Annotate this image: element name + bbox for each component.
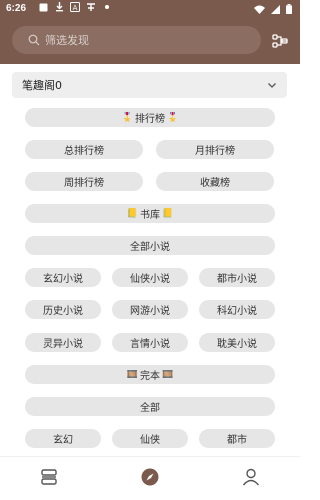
category-button[interactable]: 玄幻 (25, 429, 101, 448)
bottom-nav (0, 456, 300, 500)
section-title-library-label: 书库 (140, 210, 160, 221)
signal-icon (271, 4, 280, 17)
status-icons-right (254, 4, 292, 17)
app-header: 6:26 A (0, 0, 300, 64)
category-button[interactable]: 历史小说 (25, 300, 101, 319)
source-filter-icon[interactable] (272, 33, 288, 49)
app-icon (86, 2, 96, 12)
category-button[interactable]: 收藏榜 (156, 172, 274, 191)
bookshelf-icon (41, 469, 57, 485)
book-icon: 📒 (126, 208, 138, 219)
section-title-ranking: 🎖️ 排行榜 🎖️ (25, 108, 275, 127)
category-button[interactable]: 言情小说 (112, 333, 188, 352)
category-button[interactable]: 灵异小说 (25, 333, 101, 352)
status-bar: 6:26 A (0, 0, 300, 20)
user-icon (242, 468, 260, 486)
nav-discover[interactable] (140, 467, 160, 487)
compass-icon (141, 468, 159, 486)
nav-profile[interactable] (241, 467, 261, 487)
a-icon: A (70, 2, 80, 12)
category-button[interactable]: 全部小说 (25, 236, 275, 255)
chevron-down-icon (268, 83, 276, 88)
category-button[interactable]: 玄幻小说 (25, 268, 101, 287)
section-title-completed-label: 完本 (140, 371, 160, 382)
medal-icon: 🎖️ (167, 112, 179, 123)
wifi-icon (254, 5, 265, 17)
category-button[interactable]: 网游小说 (112, 300, 188, 319)
square-icon (38, 2, 48, 12)
film-icon: 🎞️ (126, 369, 138, 380)
nav-bookshelf[interactable] (39, 467, 59, 487)
source-select-value: 笔趣阁0 (22, 79, 62, 92)
category-button[interactable]: 科幻小说 (199, 300, 275, 319)
status-icons-left: A (38, 2, 112, 12)
battery-icon (286, 4, 292, 17)
category-button[interactable]: 都市小说 (199, 268, 275, 287)
category-button[interactable]: 总排行榜 (25, 140, 143, 159)
search-input[interactable] (45, 33, 245, 47)
search-icon (28, 34, 40, 46)
source-select[interactable]: 笔趣阁0 (12, 72, 287, 98)
dot-icon (102, 2, 112, 12)
section-title-completed: 🎞️ 完本 🎞️ (25, 365, 275, 384)
download-icon (54, 2, 64, 12)
category-button[interactable]: 月排行榜 (156, 140, 274, 159)
category-button[interactable]: 全部 (25, 397, 275, 416)
category-button[interactable]: 耽美小说 (199, 333, 275, 352)
section-title-library: 📒 书库 📒 (25, 204, 275, 223)
film-icon: 🎞️ (162, 369, 174, 380)
category-button[interactable]: 仙侠小说 (112, 268, 188, 287)
section-title-ranking-label: 排行榜 (135, 114, 165, 125)
medal-icon: 🎖️ (121, 112, 133, 123)
search-bar[interactable] (12, 26, 261, 54)
category-button[interactable]: 周排行榜 (25, 172, 143, 191)
status-time: 6:26 (6, 3, 27, 14)
book-icon: 📒 (162, 208, 174, 219)
category-button[interactable]: 都市 (199, 429, 275, 448)
category-button[interactable]: 仙侠 (112, 429, 188, 448)
svg-text:A: A (73, 4, 78, 12)
